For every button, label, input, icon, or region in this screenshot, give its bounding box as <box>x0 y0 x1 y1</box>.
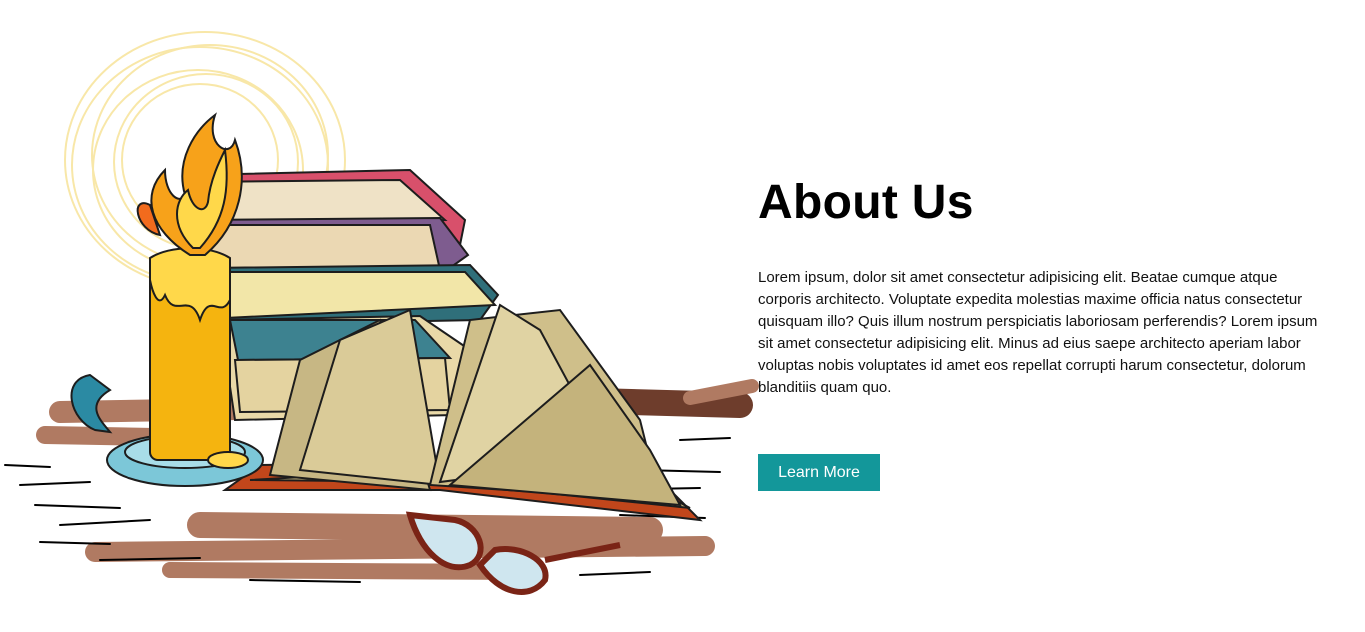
paragraph-line: corporis architecto. Voluptate expedita … <box>758 291 1303 308</box>
paragraph-line: quisquam illo? Quis illum nostrum perspi… <box>758 313 1318 330</box>
about-section: About Us Lorem ipsum, dolor sit amet con… <box>758 172 1365 399</box>
paragraph-line: Lorem ipsum, dolor sit amet consectetur … <box>758 269 1278 286</box>
paragraph-line: voluptas nobis voluptates id amet eos re… <box>758 357 1306 374</box>
page-title: About Us <box>758 176 974 229</box>
paragraph-line: sit amet consectetur adipisicing elit. M… <box>758 335 1301 352</box>
learn-more-button[interactable]: Learn More <box>758 454 880 491</box>
books-candle-illustration <box>4 31 759 595</box>
about-paragraph: Lorem ipsum, dolor sit amet consectetur … <box>758 267 1365 399</box>
paragraph-line: blanditiis quam quo. <box>758 379 892 396</box>
